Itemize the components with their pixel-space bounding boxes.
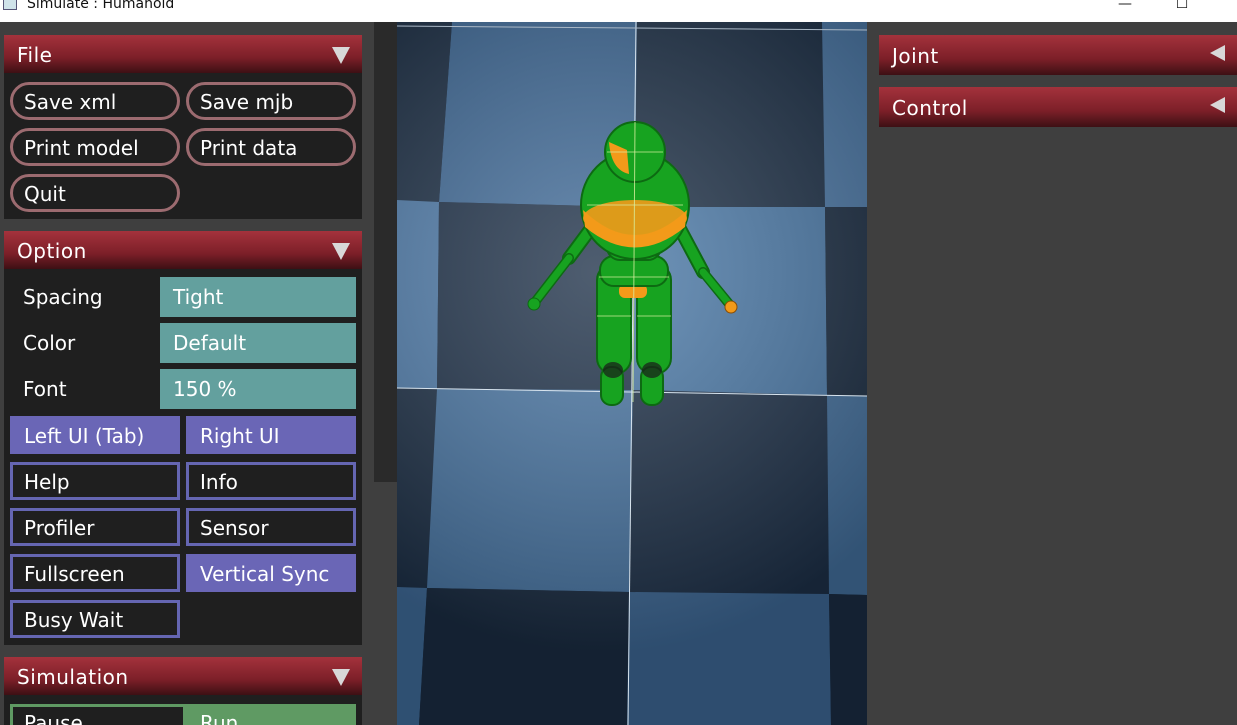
triangle-down-icon [332,47,350,64]
triangle-left-icon [1210,45,1225,61]
triangle-down-icon [332,669,350,686]
print-data-button[interactable]: Print data [186,128,356,166]
file-section: File Save xml Save mjb Print model Print… [4,35,362,219]
control-section-header[interactable]: Control [879,87,1237,127]
window-title: Simulate : Humanoid [27,0,175,12]
maximize-icon[interactable]: ☐ [1172,0,1192,12]
sensor-toggle[interactable]: Sensor [186,508,356,546]
font-label: Font [23,377,67,401]
triangle-left-icon [1210,97,1225,113]
color-label: Color [23,331,76,355]
joint-section-header[interactable]: Joint [879,35,1237,75]
left-ui-toggle[interactable]: Left UI (Tab) [10,416,180,454]
app-icon [3,0,17,10]
minimize-icon[interactable]: — [1115,0,1135,12]
profiler-toggle[interactable]: Profiler [10,508,180,546]
right-ui-toggle[interactable]: Right UI [186,416,356,454]
control-section-title: Control [892,96,968,120]
spacing-select[interactable]: Tight [160,277,356,317]
simulation-section: Simulation Pause Run [4,657,362,725]
window-titlebar: Simulate : Humanoid — ☐ [0,0,1237,22]
font-select[interactable]: 150 % [160,369,356,409]
fullscreen-toggle[interactable]: Fullscreen [10,554,180,592]
help-toggle[interactable]: Help [10,462,180,500]
option-section-header[interactable]: Option [4,231,362,269]
triangle-down-icon [332,243,350,260]
simulation-section-header[interactable]: Simulation [4,657,362,695]
spacing-label: Spacing [23,285,103,309]
save-xml-button[interactable]: Save xml [10,82,180,120]
scene-render [397,22,867,725]
file-section-title: File [17,43,53,67]
right-ui-panel: Joint Control [867,22,1237,725]
save-mjb-button[interactable]: Save mjb [186,82,356,120]
left-panel-scrollbar[interactable] [374,22,397,482]
option-section-title: Option [17,239,87,263]
simulation-section-title: Simulation [17,665,129,689]
file-section-header[interactable]: File [4,35,362,73]
info-toggle[interactable]: Info [186,462,356,500]
joint-section-title: Joint [892,44,939,68]
print-model-button[interactable]: Print model [10,128,180,166]
busy-wait-toggle[interactable]: Busy Wait [10,600,180,638]
pause-radio[interactable]: Pause [10,704,186,725]
option-section: Option Spacing Tight Color Default Font … [4,231,362,645]
vertical-sync-toggle[interactable]: Vertical Sync [186,554,356,592]
left-ui-panel: File Save xml Save mjb Print model Print… [0,22,366,725]
quit-button[interactable]: Quit [10,174,180,212]
run-radio[interactable]: Run [186,704,356,725]
3d-viewport[interactable] [397,22,867,725]
color-select[interactable]: Default [160,323,356,363]
